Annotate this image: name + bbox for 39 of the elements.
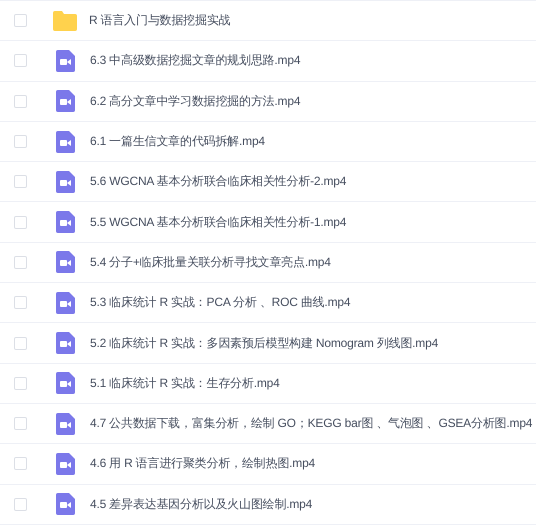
video-file-icon bbox=[56, 292, 75, 314]
file-name[interactable]: 5.4 分子+临床批量关联分析寻找文章亮点.mp4 bbox=[90, 254, 331, 271]
checkbox[interactable] bbox=[14, 498, 27, 511]
file-name[interactable]: R 语言入门与数据挖掘实战 bbox=[89, 12, 230, 30]
checkbox[interactable] bbox=[14, 376, 27, 390]
file-name[interactable]: 4.6 用 R 语言进行聚类分析，绘制热图.mp4 bbox=[90, 455, 316, 472]
video-file-icon bbox=[56, 412, 75, 435]
checkbox[interactable] bbox=[14, 14, 27, 28]
checkbox[interactable] bbox=[14, 296, 27, 310]
video-file-icon bbox=[56, 130, 75, 153]
video-file-icon bbox=[56, 50, 75, 72]
video-file-icon bbox=[56, 211, 75, 234]
checkbox[interactable] bbox=[14, 417, 27, 430]
file-name[interactable]: 6.1 一篇生信文章的代码拆解.mp4 bbox=[90, 133, 265, 150]
file-name[interactable]: 4.5 差异表达基因分析以及火山图绘制.mp4 bbox=[90, 496, 312, 513]
folder-icon bbox=[53, 10, 77, 31]
file-name[interactable]: 5.3 临床统计 R 实战：PCA 分析 、ROC 曲线.mp4 bbox=[90, 294, 350, 312]
video-file-icon bbox=[56, 90, 75, 112]
checkbox[interactable] bbox=[14, 94, 27, 108]
video-file-icon bbox=[56, 372, 75, 394]
checkbox[interactable] bbox=[14, 256, 27, 269]
file-name[interactable]: 6.3 中高级数据挖掘文章的规划思路.mp4 bbox=[90, 52, 300, 70]
file-name[interactable]: 5.2 临床统计 R 实战：多因素预后模型构建 Nomogram 列线图.mp4 bbox=[90, 334, 438, 352]
video-file-icon bbox=[56, 493, 75, 516]
video-file-icon bbox=[56, 251, 75, 274]
checkbox[interactable] bbox=[14, 175, 27, 188]
file-name[interactable]: 5.1 临床统计 R 实战：生存分析.mp4 bbox=[90, 374, 280, 392]
video-file-icon bbox=[56, 332, 75, 354]
file-name[interactable]: 4.7 公共数据下载，富集分析，绘制 GO；KEGG bar图 、气泡图 、GSEA分析图.mp4 bbox=[90, 415, 532, 432]
file-name[interactable]: 5.6 WGCNA 基本分析联合临床相关性分析-2.mp4 bbox=[90, 173, 346, 190]
video-file-icon bbox=[56, 170, 75, 193]
file-name[interactable]: 5.5 WGCNA 基本分析联合临床相关性分析-1.mp4 bbox=[90, 214, 346, 231]
video-file-icon bbox=[56, 452, 75, 475]
checkbox[interactable] bbox=[14, 135, 27, 148]
file-name[interactable]: 6.2 高分文章中学习数据挖掘的方法.mp4 bbox=[90, 92, 300, 110]
checkbox[interactable] bbox=[14, 216, 27, 229]
checkbox[interactable] bbox=[14, 457, 27, 470]
checkbox[interactable] bbox=[14, 336, 27, 350]
checkbox[interactable] bbox=[14, 54, 27, 68]
